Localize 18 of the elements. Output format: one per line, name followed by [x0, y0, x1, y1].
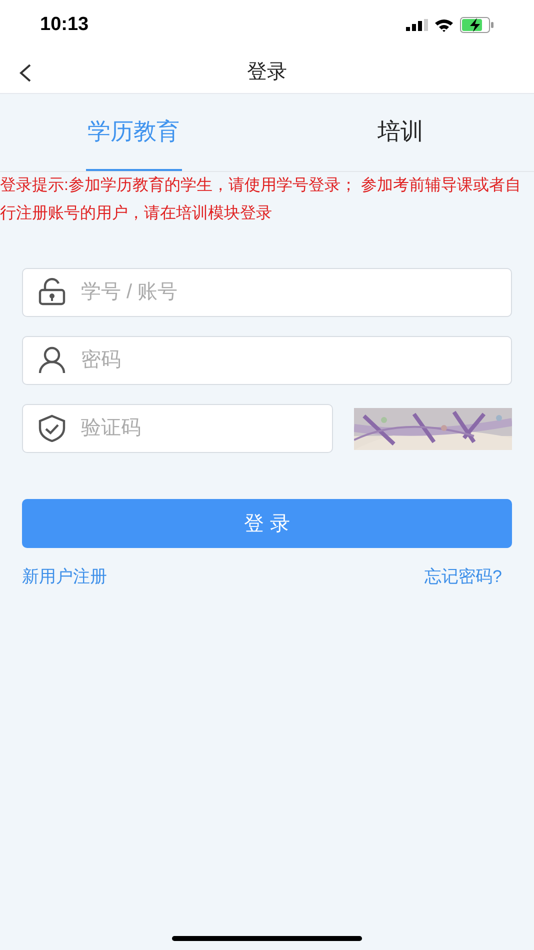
- shield-check-icon: [38, 414, 66, 442]
- battery-charging-icon: [460, 17, 494, 33]
- input-field[interactable]: 密码: [22, 336, 512, 385]
- signal-icon: [406, 19, 428, 31]
- back-icon[interactable]: [18, 63, 32, 83]
- forgot-password-link[interactable]: 忘记密码?: [424, 564, 502, 590]
- padlock-icon: [38, 278, 66, 306]
- login-notice: 登录提示:参加学历教育的学生，请使用学号登录； 参加考前辅导课或者自行注册账号的用户，请在培训模块登录: [0, 175, 522, 224]
- login-button[interactable]: 登 录: [22, 499, 512, 548]
- page-title: 登录: [247, 60, 287, 84]
- input-field[interactable]: 验证码: [22, 404, 333, 453]
- tab[interactable]: 培训: [376, 94, 426, 171]
- status-time: 10:13: [40, 12, 89, 37]
- wifi-icon: [434, 18, 454, 32]
- register-link[interactable]: 新用户注册: [22, 564, 107, 590]
- tab[interactable]: 学历教育: [86, 94, 182, 171]
- input-field[interactable]: 学号 / 账号: [22, 268, 512, 317]
- user-icon: [38, 346, 66, 374]
